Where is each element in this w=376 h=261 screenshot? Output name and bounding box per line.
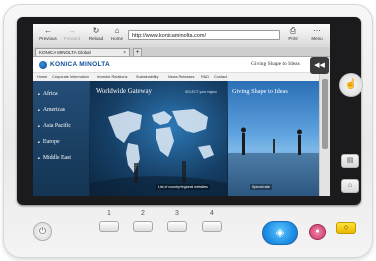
touch-screen: ← Previous → Forward ↻ Reload ⌂ Home htt… <box>33 24 330 196</box>
screen-icon: ▤ <box>346 157 354 164</box>
start-button[interactable]: ◈ <box>262 221 298 245</box>
ideas-panel[interactable]: Giving Shape to Ideas Special site <box>228 81 319 196</box>
site-header: KONICA MINOLTA Giving Shape to Ideas <box>33 57 319 72</box>
scrollbar-thumb[interactable] <box>322 79 328 149</box>
register-key-3[interactable] <box>167 221 187 232</box>
nfc-touch-area[interactable]: ☝ <box>339 73 363 97</box>
register-key-2[interactable] <box>133 221 153 232</box>
site-menu-item[interactable]: Corporate Information <box>52 74 89 80</box>
stop-button[interactable]: ● <box>309 224 326 240</box>
side-button-1[interactable]: ▤ <box>341 154 359 168</box>
ideas-link[interactable]: Special site <box>250 184 272 190</box>
tab-konica-minolta[interactable]: KONICA MINOLTA Global × <box>35 48 130 56</box>
print-button[interactable]: ⎙ Print <box>281 25 305 46</box>
browser-toolbar: ← Previous → Forward ↻ Reload ⌂ Home htt… <box>33 24 330 48</box>
vertical-scrollbar[interactable] <box>319 57 330 196</box>
address-bar[interactable]: http://www.konicaminolta.com/ <box>128 30 280 40</box>
region-item-asia-pacific[interactable]: Asia Pacific <box>38 123 71 129</box>
site-menu-item[interactable]: Contact <box>214 74 227 80</box>
home-label: Home <box>110 36 123 41</box>
site-menu-item[interactable]: Investor Relations <box>97 74 127 80</box>
key-4-label: 4 <box>210 210 214 217</box>
site-menu-item[interactable]: Home <box>37 74 47 80</box>
tab-bar: KONICA MINOLTA Global × + <box>33 47 330 57</box>
register-key-4[interactable] <box>202 221 222 232</box>
menu-button[interactable]: ⋯ Menu <box>305 25 329 46</box>
forward-button[interactable]: → Forward <box>60 25 84 46</box>
region-item-middle-east[interactable]: Middle East <box>38 155 71 161</box>
home-button[interactable]: ⌂ Home <box>105 25 129 46</box>
start-icon: ◈ <box>275 227 285 239</box>
site-menu-item[interactable]: News Releases <box>168 74 194 80</box>
world-map-graphic <box>90 109 227 196</box>
home-icon: ⌂ <box>114 26 120 35</box>
key-2-label: 2 <box>141 210 145 217</box>
menu-icon: ⋯ <box>313 26 321 35</box>
region-item-europe[interactable]: Europe <box>38 139 60 145</box>
tab-close-icon[interactable]: × <box>123 49 126 57</box>
region-item-africa[interactable]: Africa <box>38 91 58 97</box>
region-nav: Africa Americas Asia Pacific Europe Midd… <box>33 81 89 196</box>
print-label: Print <box>288 36 298 41</box>
double-chevron-left-icon: ◀◀ <box>314 62 325 69</box>
konica-minolta-logo-icon <box>39 61 47 69</box>
tab-title: KONICA MINOLTA Global <box>39 50 91 55</box>
site-menu-item[interactable]: R&D <box>201 74 209 80</box>
worldwide-gateway-panel[interactable]: Worldwide Gateway SELECT your region Lis… <box>90 81 227 196</box>
back-button[interactable]: ← Previous <box>36 25 60 46</box>
power-icon: ⏻ <box>38 226 47 236</box>
side-button-2[interactable]: ⌂ <box>341 179 359 193</box>
ideas-photo-graphic <box>228 127 319 196</box>
gateway-link[interactable]: List of country/regional websites <box>156 184 210 190</box>
site-menu-item[interactable]: Sustainability <box>136 74 158 80</box>
stop-icon: ● <box>315 228 320 235</box>
reset-icon: ◇ <box>343 225 349 231</box>
nfc-touch-icon: ☝ <box>344 79 358 90</box>
power-button[interactable]: ⏻ <box>33 222 52 241</box>
key-1-label: 1 <box>107 210 111 217</box>
region-item-americas[interactable]: Americas <box>38 107 65 113</box>
web-page: KONICA MINOLTA Giving Shape to Ideas Hom… <box>33 57 319 196</box>
new-tab-button[interactable]: + <box>133 48 142 56</box>
back-label: Previous <box>39 36 57 41</box>
key-3-label: 3 <box>175 210 179 217</box>
reset-button[interactable]: ◇ <box>336 222 356 234</box>
arrow-left-icon: ← <box>44 26 52 35</box>
register-key-1[interactable] <box>99 221 119 232</box>
home-icon: ⌂ <box>347 182 353 189</box>
hero-banner: Africa Americas Asia Pacific Europe Midd… <box>33 81 319 196</box>
site-logo-text[interactable]: KONICA MINOLTA <box>50 61 110 68</box>
print-icon: ⎙ <box>289 26 297 35</box>
menu-label: Menu <box>311 36 323 41</box>
forward-label: Forward <box>63 36 81 41</box>
site-tagline: Giving Shape to Ideas <box>251 61 300 67</box>
arrow-right-icon: → <box>68 26 76 35</box>
collapse-panel-button[interactable]: ◀◀ <box>310 57 329 74</box>
